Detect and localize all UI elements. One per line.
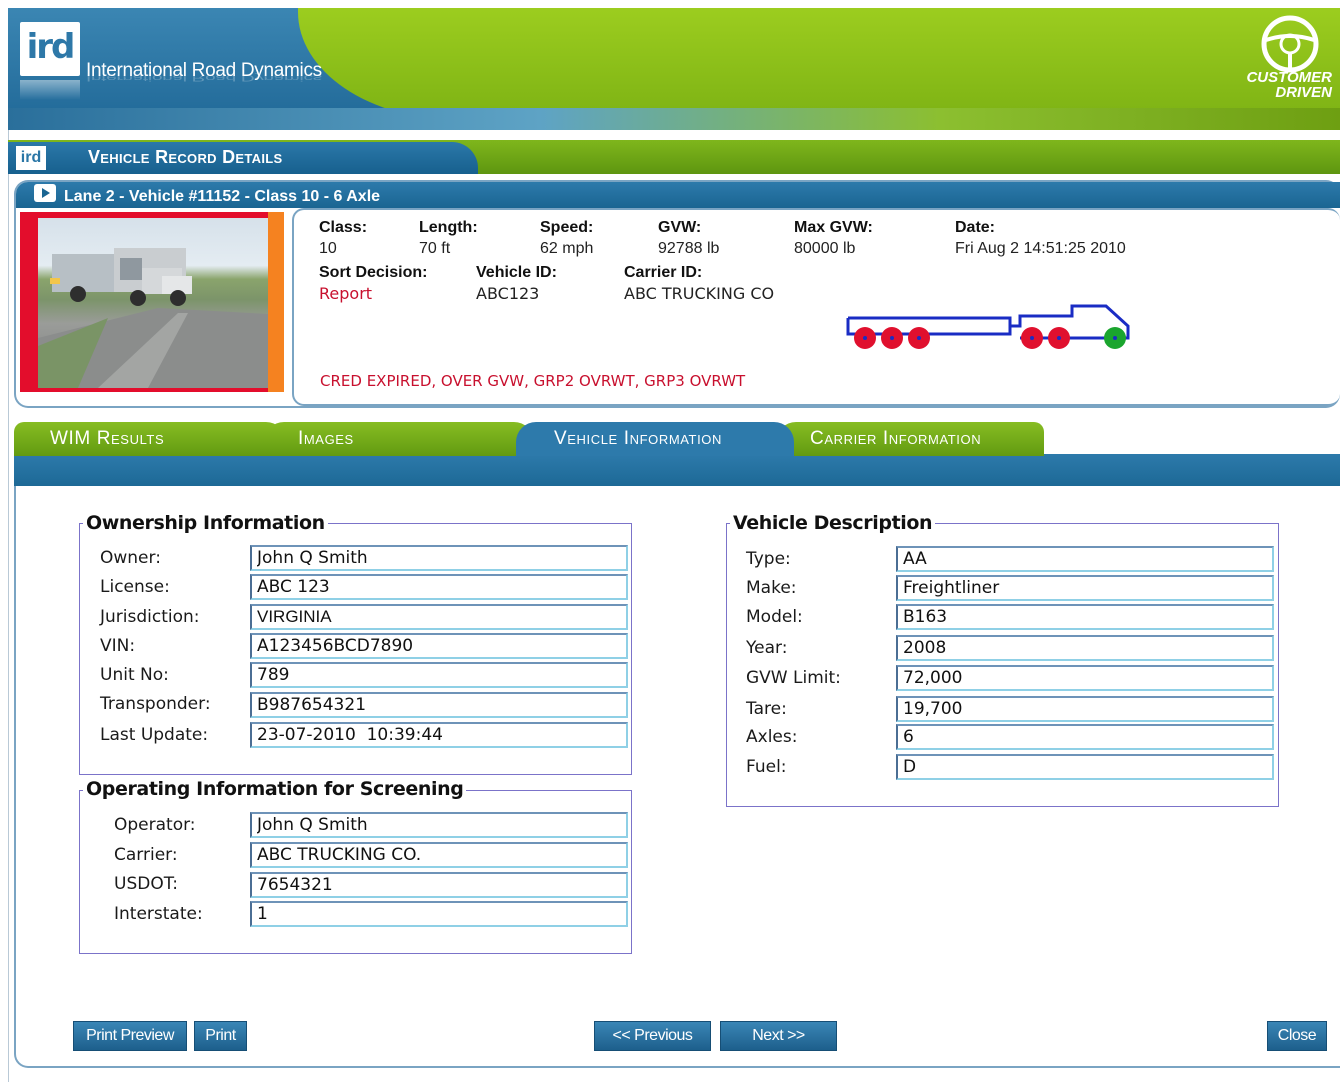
tab-vehicle-information[interactable]: Vehicle Information [516,422,794,456]
badge-line-2: DRIVEN [1275,84,1332,101]
transponder-field[interactable] [250,692,628,718]
transponder-label: Transponder: [100,694,211,714]
vin-label: VIN: [100,636,136,656]
make-field[interactable] [896,575,1274,601]
tare-label: Tare: [746,699,787,719]
vehicle-id-label: Vehicle ID: [476,264,557,281]
carrier-id-label: Carrier ID: [624,264,703,281]
ownership-legend: Ownership Information [83,512,328,534]
usdot-label: USDOT: [114,874,178,894]
year-label: Year: [746,638,788,658]
vehicle-id-value: ABC123 [476,284,540,303]
operating-legend: Operating Information for Screening [83,778,467,800]
unit-no-label: Unit No: [100,665,169,685]
carrier-label: Carrier: [114,845,178,865]
fuel-field[interactable] [896,754,1274,780]
carrier-field[interactable] [250,842,628,868]
max-gvw-value: 80000 lb [794,240,856,257]
sort-decision-value: Report [319,284,373,303]
speed-value: 62 mph [540,240,594,257]
operator-label: Operator: [114,815,196,835]
gvw-limit-field[interactable] [896,665,1274,691]
length-label: Length: [419,219,478,236]
tab-images[interactable]: Images [264,422,534,456]
model-label: Model: [746,607,803,627]
violation-alerts: CRED EXPIRED, OVER GVW, GRP2 OVRWT, GRP3… [320,372,746,390]
make-label: Make: [746,578,797,598]
company-name-reflection: International Road Dynamics [86,72,322,84]
last-update-field[interactable] [250,722,628,748]
axle-diagram [846,304,1130,349]
jurisdiction-label: Jurisdiction: [100,607,200,627]
close-button[interactable]: Close [1267,1021,1327,1051]
logo-reflection [20,80,80,100]
axles-label: Axles: [746,727,798,747]
previous-button[interactable]: << Previous [594,1021,711,1051]
usdot-field[interactable] [250,872,628,898]
type-field[interactable] [896,546,1274,572]
ird-small-icon: ird [16,146,46,170]
license-field[interactable] [250,574,628,600]
tab-carrier-information[interactable]: Carrier Information [776,422,1044,456]
customer-driven-badge: CUSTOMER DRIVEN [1218,10,1332,106]
speed-label: Speed: [540,219,594,236]
gvw-label: GVW: [658,219,702,236]
license-label: License: [100,577,170,597]
length-value: 70 ft [419,240,451,257]
badge-line-1: CUSTOMER [1246,69,1332,86]
interstate-label: Interstate: [114,904,203,924]
vin-field[interactable] [250,633,628,659]
owner-label: Owner: [100,548,161,568]
sort-decision-label: Sort Decision: [319,264,428,281]
fuel-label: Fuel: [746,757,787,777]
tare-field[interactable] [896,696,1274,722]
date-value: Fri Aug 2 14:51:25 2010 [955,240,1126,257]
tab-wim-results[interactable]: WIM Results [14,422,286,456]
tab-strip [14,454,1340,486]
ird-logo: ird [20,22,80,100]
owner-field[interactable] [250,545,628,571]
class-label: Class: [319,219,368,236]
badge-text: CUSTOMER DRIVEN [1222,70,1332,100]
print-button[interactable]: Print [194,1021,247,1051]
date-label: Date: [955,219,996,236]
vehicle-heading: Lane 2 - Vehicle #11152 - Class 10 - 6 A… [64,188,381,205]
vehicle-photo[interactable] [38,218,268,388]
year-field[interactable] [896,635,1274,661]
page-title: Vehicle Record Details [88,147,283,167]
model-field[interactable] [896,604,1274,630]
gvw-value: 92788 lb [658,240,720,257]
print-preview-button[interactable]: Print Preview [73,1021,187,1051]
jurisdiction-field[interactable] [250,604,628,630]
type-label: Type: [746,549,791,569]
operator-field[interactable] [250,812,628,838]
interstate-field[interactable] [250,901,628,927]
last-update-label: Last Update: [100,725,209,745]
unit-no-field[interactable] [250,662,628,688]
vehicle-description-legend: Vehicle Description [730,512,936,534]
class-value: 10 [319,240,337,257]
next-button[interactable]: Next >> [720,1021,837,1051]
carrier-id-value: ABC TRUCKING CO [624,284,775,303]
header-green-area [298,8,1340,120]
axles-field[interactable] [896,724,1274,750]
truck-photo-image [38,248,268,388]
play-icon[interactable] [34,184,56,202]
header-swoosh [8,108,1340,130]
gvw-limit-label: GVW Limit: [746,668,841,688]
max-gvw-label: Max GVW: [794,219,873,236]
logo-mark: ird [20,22,80,76]
